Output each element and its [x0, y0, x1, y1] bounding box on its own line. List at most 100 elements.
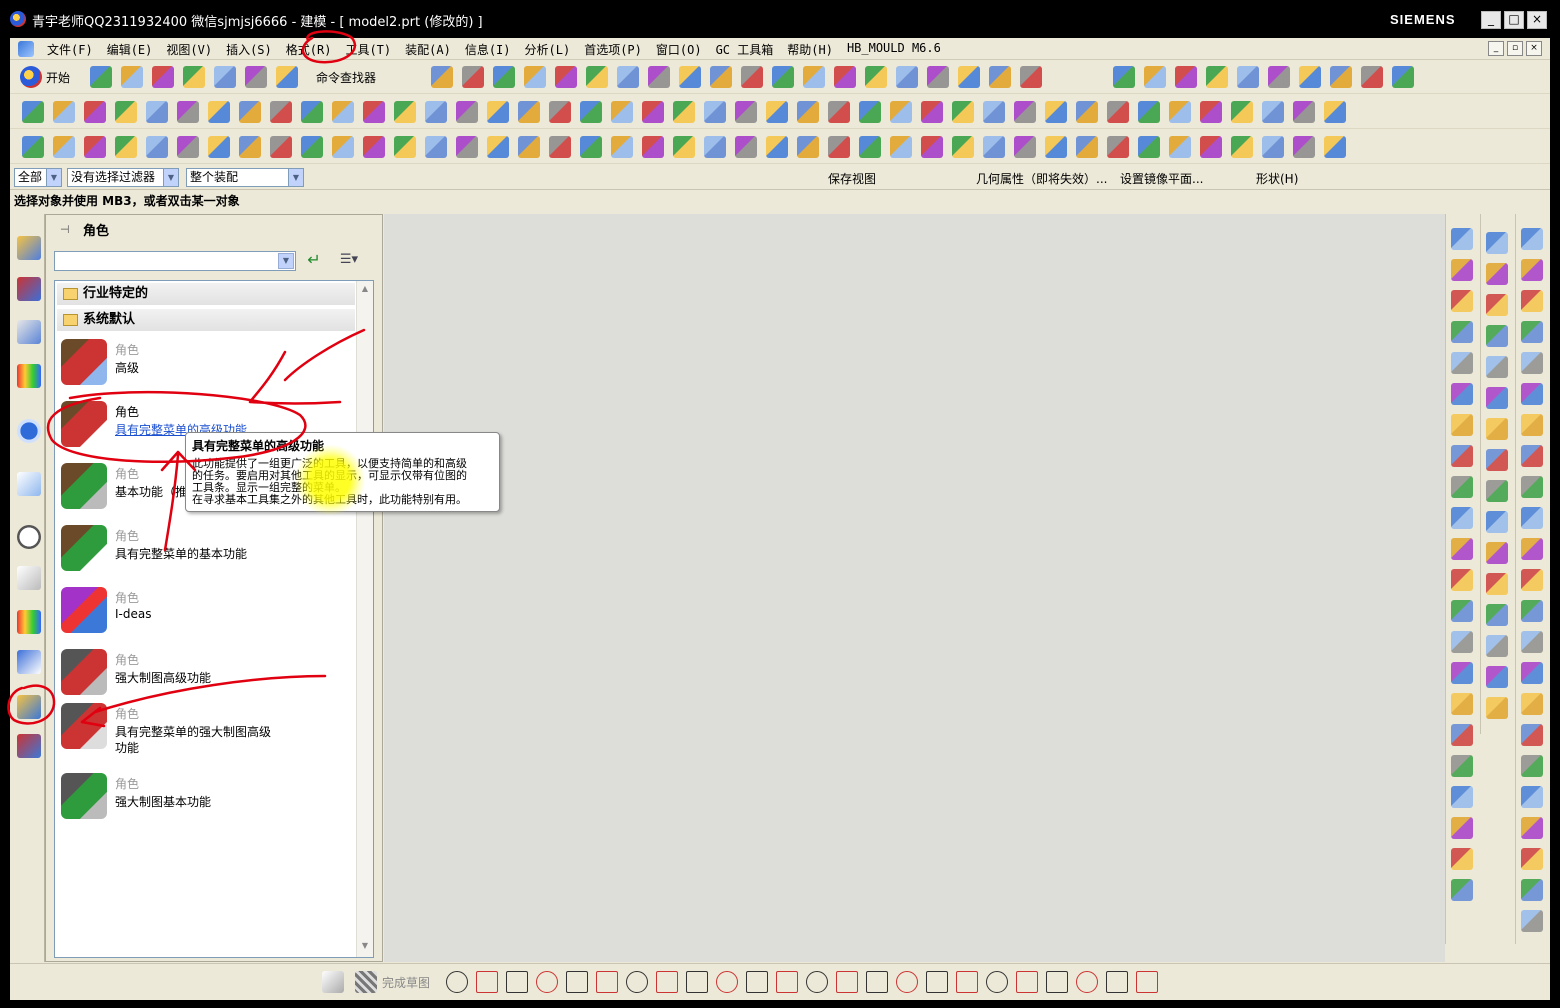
- sketch-curve-tool-icon[interactable]: [566, 971, 588, 993]
- toolbar-tool-icon[interactable]: [958, 66, 980, 88]
- toolbar-tool-icon[interactable]: [177, 136, 199, 158]
- right-tool-icon[interactable]: [1521, 724, 1543, 746]
- toolbar-tool-icon[interactable]: [611, 136, 633, 158]
- right-tool-icon[interactable]: [1486, 697, 1508, 719]
- right-tool-icon[interactable]: [1486, 542, 1508, 564]
- right-tool-icon[interactable]: [1451, 383, 1473, 405]
- toolbar-tool-icon[interactable]: [673, 101, 695, 123]
- right-tool-icon[interactable]: [1486, 387, 1508, 409]
- toolbar-tool-icon[interactable]: [425, 101, 447, 123]
- palette-icon[interactable]: [17, 610, 41, 634]
- mirror-plane-label[interactable]: 设置镜像平面...: [1120, 170, 1203, 187]
- sketch-curve-tool-icon[interactable]: [1016, 971, 1038, 993]
- toolbar-tool-icon[interactable]: [1231, 136, 1253, 158]
- toolbar-tool-icon[interactable]: [1330, 66, 1352, 88]
- sketch-curve-tool-icon[interactable]: [476, 971, 498, 993]
- toolbar-tool-icon[interactable]: [239, 136, 261, 158]
- role-item[interactable]: 角色 I-deas: [61, 581, 341, 637]
- right-tool-icon[interactable]: [1521, 600, 1543, 622]
- sketch-curve-tool-icon[interactable]: [656, 971, 678, 993]
- shape-menu-label[interactable]: 形状(H): [1256, 170, 1298, 187]
- right-tool-icon[interactable]: [1521, 352, 1543, 374]
- sketch-curve-tool-icon[interactable]: [926, 971, 948, 993]
- role-item[interactable]: 角色 具有完整菜单的基本功能: [61, 519, 341, 575]
- toolbar-tool-icon[interactable]: [952, 101, 974, 123]
- view-options-icon[interactable]: ☰▾: [333, 251, 365, 271]
- right-tool-icon[interactable]: [1451, 507, 1473, 529]
- right-tool-icon[interactable]: [1486, 418, 1508, 440]
- roles-scrollbar[interactable]: ▲ ▼: [356, 281, 373, 957]
- right-tool-icon[interactable]: [1451, 693, 1473, 715]
- assembly-scope-select[interactable]: 整个装配 ▼: [186, 168, 304, 187]
- pin-icon[interactable]: ⊣: [60, 223, 70, 236]
- toolbar-tool-icon[interactable]: [146, 101, 168, 123]
- doc-restore-button[interactable]: ▫: [1507, 41, 1523, 56]
- part-navigator-icon[interactable]: [17, 320, 41, 344]
- toolbar-tool-icon[interactable]: [890, 101, 912, 123]
- right-tool-icon[interactable]: [1521, 631, 1543, 653]
- toolbar-tool-icon[interactable]: [332, 136, 354, 158]
- toolbar-tool-icon[interactable]: [1293, 101, 1315, 123]
- toolbar-tool-icon[interactable]: [53, 136, 75, 158]
- sketch-curve-tool-icon[interactable]: [986, 971, 1008, 993]
- toolbar-tool-icon[interactable]: [84, 101, 106, 123]
- toolbar-tool-icon[interactable]: [741, 66, 763, 88]
- sketch-curve-tool-icon[interactable]: [596, 971, 618, 993]
- right-tool-icon[interactable]: [1486, 263, 1508, 285]
- toolbar-tool-icon[interactable]: [673, 136, 695, 158]
- system-materials-icon[interactable]: [17, 650, 41, 674]
- toolbar-tool-icon[interactable]: [828, 101, 850, 123]
- right-tool-icon[interactable]: [1451, 259, 1473, 281]
- toolbar-tool-icon[interactable]: [679, 66, 701, 88]
- toolbar-tool-icon[interactable]: [642, 101, 664, 123]
- toolbar-tool-icon[interactable]: [394, 136, 416, 158]
- toolbar-tool-icon[interactable]: [363, 101, 385, 123]
- toolbar-tool-icon[interactable]: [1076, 101, 1098, 123]
- toolbar-tool-icon[interactable]: [208, 101, 230, 123]
- right-tool-icon[interactable]: [1486, 325, 1508, 347]
- right-tool-icon[interactable]: [1521, 879, 1543, 901]
- toolbar-tool-icon[interactable]: [1324, 136, 1346, 158]
- sketch-curve-tool-icon[interactable]: [776, 971, 798, 993]
- menu-item[interactable]: 信息(I): [458, 41, 518, 58]
- right-tool-icon[interactable]: [1451, 817, 1473, 839]
- toolbar-tool-icon[interactable]: [648, 66, 670, 88]
- menu-item[interactable]: 窗口(O): [649, 41, 709, 58]
- toolbar-tool-icon[interactable]: [859, 101, 881, 123]
- sketch-curve-tool-icon[interactable]: [716, 971, 738, 993]
- toolbar-tool-icon[interactable]: [772, 66, 794, 88]
- toolbar-tool-icon[interactable]: [1107, 101, 1129, 123]
- sketch-curve-tool-icon[interactable]: [1076, 971, 1098, 993]
- graphics-window[interactable]: [384, 214, 1445, 962]
- right-tool-icon[interactable]: [1521, 662, 1543, 684]
- start-icon[interactable]: [20, 66, 42, 88]
- toolbar-tool-icon[interactable]: [462, 66, 484, 88]
- toolbar-tool-icon[interactable]: [115, 101, 137, 123]
- history-icon[interactable]: [17, 525, 41, 549]
- sketch-curve-tool-icon[interactable]: [626, 971, 648, 993]
- right-tool-icon[interactable]: [1486, 573, 1508, 595]
- right-tool-icon[interactable]: [1486, 635, 1508, 657]
- toolbar-tool-icon[interactable]: [710, 66, 732, 88]
- menu-item[interactable]: 文件(F): [40, 41, 100, 58]
- right-tool-icon[interactable]: [1486, 480, 1508, 502]
- toolbar-tool-icon[interactable]: [555, 66, 577, 88]
- toolbar-tool-icon[interactable]: [394, 101, 416, 123]
- right-tool-icon[interactable]: [1451, 848, 1473, 870]
- toolbar-tool-icon[interactable]: [1262, 101, 1284, 123]
- minimize-button[interactable]: _: [1481, 11, 1501, 29]
- right-tool-icon[interactable]: [1521, 476, 1543, 498]
- right-tool-icon[interactable]: [1521, 290, 1543, 312]
- toolbar-tool-icon[interactable]: [183, 66, 205, 88]
- save-view-label[interactable]: 保存视图: [828, 170, 876, 187]
- close-button[interactable]: ×: [1527, 11, 1547, 29]
- command-finder-label[interactable]: 命令查找器: [316, 69, 376, 86]
- type-filter-select[interactable]: 没有选择过滤器 ▼: [67, 168, 179, 187]
- toolbar-tool-icon[interactable]: [1169, 101, 1191, 123]
- menu-item[interactable]: 首选项(P): [577, 41, 649, 58]
- toolbar-tool-icon[interactable]: [1138, 101, 1160, 123]
- sketch-curve-tool-icon[interactable]: [446, 971, 468, 993]
- toolbar-tool-icon[interactable]: [865, 66, 887, 88]
- toolbar-tool-icon[interactable]: [1076, 136, 1098, 158]
- toolbar-tool-icon[interactable]: [1262, 136, 1284, 158]
